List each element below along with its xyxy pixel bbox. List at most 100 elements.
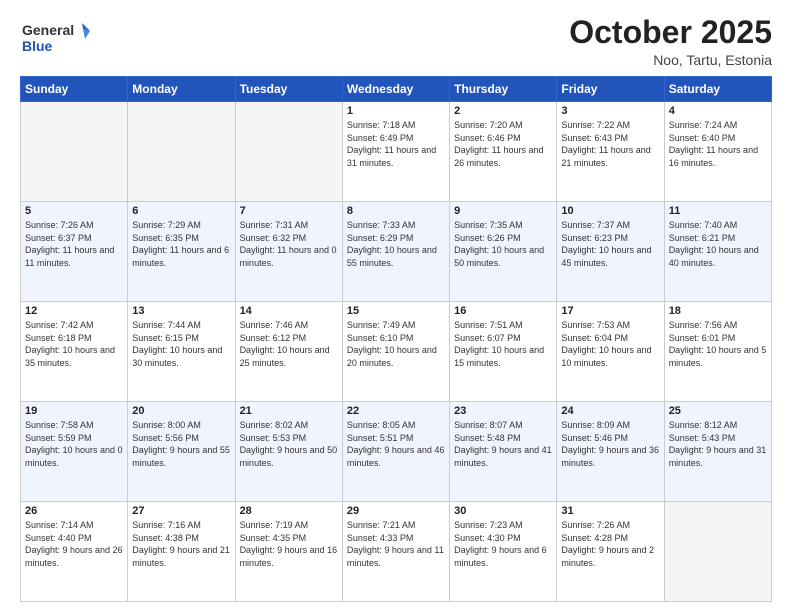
day-number: 16 — [454, 305, 552, 317]
day-number: 13 — [132, 305, 230, 317]
calendar-cell: 19 Sunrise: 7:58 AMSunset: 5:59 PMDaylig… — [21, 402, 128, 502]
calendar-cell: 25 Sunrise: 8:12 AMSunset: 5:43 PMDaylig… — [664, 402, 771, 502]
calendar-cell: 13 Sunrise: 7:44 AMSunset: 6:15 PMDaylig… — [128, 302, 235, 402]
day-number: 24 — [561, 405, 659, 417]
calendar-cell: 8 Sunrise: 7:33 AMSunset: 6:29 PMDayligh… — [342, 202, 449, 302]
day-info: Sunrise: 8:12 AMSunset: 5:43 PMDaylight:… — [669, 420, 767, 468]
day-number: 1 — [347, 105, 445, 117]
calendar-cell: 26 Sunrise: 7:14 AMSunset: 4:40 PMDaylig… — [21, 502, 128, 602]
calendar-cell: 23 Sunrise: 8:07 AMSunset: 5:48 PMDaylig… — [450, 402, 557, 502]
calendar-cell: 4 Sunrise: 7:24 AMSunset: 6:40 PMDayligh… — [664, 102, 771, 202]
title-block: October 2025 Noo, Tartu, Estonia — [569, 15, 772, 68]
day-info: Sunrise: 7:49 AMSunset: 6:10 PMDaylight:… — [347, 320, 437, 368]
calendar-cell: 22 Sunrise: 8:05 AMSunset: 5:51 PMDaylig… — [342, 402, 449, 502]
logo: General Blue — [20, 15, 90, 60]
day-info: Sunrise: 7:37 AMSunset: 6:23 PMDaylight:… — [561, 220, 651, 268]
day-number: 25 — [669, 405, 767, 417]
svg-text:Blue: Blue — [22, 38, 53, 54]
day-info: Sunrise: 7:29 AMSunset: 6:35 PMDaylight:… — [132, 220, 229, 268]
col-wednesday: Wednesday — [342, 77, 449, 102]
day-number: 29 — [347, 505, 445, 517]
day-info: Sunrise: 7:16 AMSunset: 4:38 PMDaylight:… — [132, 520, 230, 568]
col-tuesday: Tuesday — [235, 77, 342, 102]
col-monday: Monday — [128, 77, 235, 102]
calendar-table: Sunday Monday Tuesday Wednesday Thursday… — [20, 76, 772, 602]
calendar-cell: 15 Sunrise: 7:49 AMSunset: 6:10 PMDaylig… — [342, 302, 449, 402]
calendar-cell — [128, 102, 235, 202]
calendar-cell: 21 Sunrise: 8:02 AMSunset: 5:53 PMDaylig… — [235, 402, 342, 502]
day-number: 20 — [132, 405, 230, 417]
calendar-cell: 2 Sunrise: 7:20 AMSunset: 6:46 PMDayligh… — [450, 102, 557, 202]
day-number: 2 — [454, 105, 552, 117]
col-thursday: Thursday — [450, 77, 557, 102]
day-number: 9 — [454, 205, 552, 217]
calendar-cell: 31 Sunrise: 7:26 AMSunset: 4:28 PMDaylig… — [557, 502, 664, 602]
calendar-cell: 29 Sunrise: 7:21 AMSunset: 4:33 PMDaylig… — [342, 502, 449, 602]
day-info: Sunrise: 7:23 AMSunset: 4:30 PMDaylight:… — [454, 520, 547, 568]
calendar-week-row: 5 Sunrise: 7:26 AMSunset: 6:37 PMDayligh… — [21, 202, 772, 302]
svg-text:General: General — [22, 22, 74, 38]
day-info: Sunrise: 7:14 AMSunset: 4:40 PMDaylight:… — [25, 520, 123, 568]
day-info: Sunrise: 8:00 AMSunset: 5:56 PMDaylight:… — [132, 420, 230, 468]
calendar-cell: 7 Sunrise: 7:31 AMSunset: 6:32 PMDayligh… — [235, 202, 342, 302]
day-number: 17 — [561, 305, 659, 317]
calendar-cell: 6 Sunrise: 7:29 AMSunset: 6:35 PMDayligh… — [128, 202, 235, 302]
calendar-cell: 11 Sunrise: 7:40 AMSunset: 6:21 PMDaylig… — [664, 202, 771, 302]
day-number: 8 — [347, 205, 445, 217]
logo-svg: General Blue — [20, 15, 90, 60]
calendar-cell: 30 Sunrise: 7:23 AMSunset: 4:30 PMDaylig… — [450, 502, 557, 602]
month-title: October 2025 — [569, 15, 772, 50]
day-info: Sunrise: 7:19 AMSunset: 4:35 PMDaylight:… — [240, 520, 338, 568]
day-number: 12 — [25, 305, 123, 317]
day-info: Sunrise: 7:35 AMSunset: 6:26 PMDaylight:… — [454, 220, 544, 268]
day-info: Sunrise: 7:22 AMSunset: 6:43 PMDaylight:… — [561, 120, 650, 168]
calendar-cell — [664, 502, 771, 602]
day-info: Sunrise: 7:42 AMSunset: 6:18 PMDaylight:… — [25, 320, 115, 368]
day-number: 27 — [132, 505, 230, 517]
calendar-week-row: 12 Sunrise: 7:42 AMSunset: 6:18 PMDaylig… — [21, 302, 772, 402]
day-number: 28 — [240, 505, 338, 517]
calendar-cell: 14 Sunrise: 7:46 AMSunset: 6:12 PMDaylig… — [235, 302, 342, 402]
day-info: Sunrise: 7:21 AMSunset: 4:33 PMDaylight:… — [347, 520, 444, 568]
day-info: Sunrise: 7:26 AMSunset: 6:37 PMDaylight:… — [25, 220, 114, 268]
location: Noo, Tartu, Estonia — [569, 52, 772, 68]
day-info: Sunrise: 7:18 AMSunset: 6:49 PMDaylight:… — [347, 120, 436, 168]
day-number: 3 — [561, 105, 659, 117]
day-number: 11 — [669, 205, 767, 217]
calendar-cell: 12 Sunrise: 7:42 AMSunset: 6:18 PMDaylig… — [21, 302, 128, 402]
day-number: 22 — [347, 405, 445, 417]
calendar-week-row: 26 Sunrise: 7:14 AMSunset: 4:40 PMDaylig… — [21, 502, 772, 602]
day-number: 5 — [25, 205, 123, 217]
day-info: Sunrise: 8:02 AMSunset: 5:53 PMDaylight:… — [240, 420, 338, 468]
calendar-cell: 9 Sunrise: 7:35 AMSunset: 6:26 PMDayligh… — [450, 202, 557, 302]
day-number: 15 — [347, 305, 445, 317]
calendar-cell: 5 Sunrise: 7:26 AMSunset: 6:37 PMDayligh… — [21, 202, 128, 302]
day-number: 18 — [669, 305, 767, 317]
col-saturday: Saturday — [664, 77, 771, 102]
day-info: Sunrise: 7:53 AMSunset: 6:04 PMDaylight:… — [561, 320, 651, 368]
day-number: 4 — [669, 105, 767, 117]
day-info: Sunrise: 7:31 AMSunset: 6:32 PMDaylight:… — [240, 220, 337, 268]
col-sunday: Sunday — [21, 77, 128, 102]
day-number: 6 — [132, 205, 230, 217]
col-friday: Friday — [557, 77, 664, 102]
day-info: Sunrise: 7:24 AMSunset: 6:40 PMDaylight:… — [669, 120, 758, 168]
calendar-week-row: 19 Sunrise: 7:58 AMSunset: 5:59 PMDaylig… — [21, 402, 772, 502]
day-info: Sunrise: 7:58 AMSunset: 5:59 PMDaylight:… — [25, 420, 123, 468]
day-info: Sunrise: 8:09 AMSunset: 5:46 PMDaylight:… — [561, 420, 659, 468]
day-number: 31 — [561, 505, 659, 517]
day-number: 30 — [454, 505, 552, 517]
calendar-cell: 28 Sunrise: 7:19 AMSunset: 4:35 PMDaylig… — [235, 502, 342, 602]
day-number: 26 — [25, 505, 123, 517]
day-info: Sunrise: 7:56 AMSunset: 6:01 PMDaylight:… — [669, 320, 767, 368]
day-info: Sunrise: 7:40 AMSunset: 6:21 PMDaylight:… — [669, 220, 759, 268]
day-info: Sunrise: 7:33 AMSunset: 6:29 PMDaylight:… — [347, 220, 437, 268]
calendar-cell: 27 Sunrise: 7:16 AMSunset: 4:38 PMDaylig… — [128, 502, 235, 602]
calendar-cell: 16 Sunrise: 7:51 AMSunset: 6:07 PMDaylig… — [450, 302, 557, 402]
day-info: Sunrise: 7:51 AMSunset: 6:07 PMDaylight:… — [454, 320, 544, 368]
calendar-cell: 20 Sunrise: 8:00 AMSunset: 5:56 PMDaylig… — [128, 402, 235, 502]
calendar-cell: 1 Sunrise: 7:18 AMSunset: 6:49 PMDayligh… — [342, 102, 449, 202]
calendar-header-row: Sunday Monday Tuesday Wednesday Thursday… — [21, 77, 772, 102]
calendar-cell — [21, 102, 128, 202]
calendar-week-row: 1 Sunrise: 7:18 AMSunset: 6:49 PMDayligh… — [21, 102, 772, 202]
